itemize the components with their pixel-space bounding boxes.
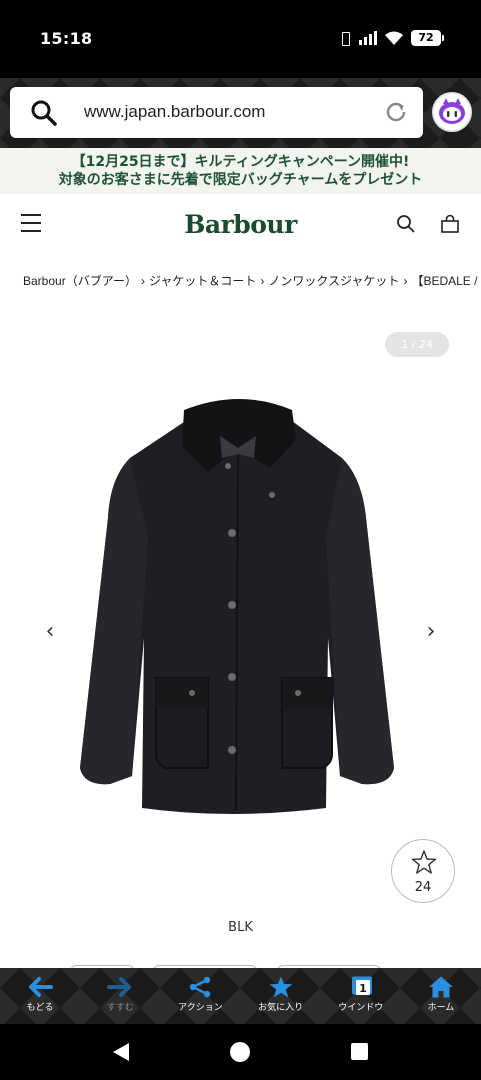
toolbar-label: アクション [178, 1003, 223, 1013]
next-image-button[interactable]: › [421, 617, 441, 647]
toolbar-favorites[interactable]: お気に入り [241, 968, 321, 1024]
site-header: Barbour [0, 194, 481, 256]
toolbar-label: もどる [26, 1003, 54, 1013]
url-bar[interactable]: www.japan.barbour.com [10, 87, 423, 138]
breadcrumb-separator: › [403, 274, 408, 288]
url-text[interactable]: www.japan.barbour.com [84, 102, 265, 122]
promo-banner[interactable]: 【12月25日まで】キルティングキャンペーン開催中! 対象のお客さまに先着で限定… [0, 148, 481, 194]
previous-image-button[interactable]: ‹ [40, 617, 60, 647]
system-navigation-bar [0, 1024, 481, 1080]
toolbar-windows[interactable]: 1 ウインドウ [321, 968, 401, 1024]
status-time: 15:18 [40, 29, 93, 48]
battery-icon: 72 [411, 30, 444, 46]
window-count-badge: 1 [359, 982, 367, 995]
app-mascot-icon[interactable] [432, 92, 472, 132]
vibrate-icon [338, 30, 352, 46]
status-icons: 72 [338, 30, 444, 46]
color-name-label: BLK [228, 920, 253, 935]
toolbar-label: すすむ [106, 1003, 134, 1013]
shopping-bag-icon[interactable] [440, 214, 460, 234]
reload-icon[interactable] [383, 99, 409, 125]
image-counter: 1 / 24 [385, 332, 449, 357]
product-gallery[interactable]: 1 / 24 ‹ › 24 BLK [0, 320, 481, 935]
toolbar-action[interactable]: アクション [160, 968, 240, 1024]
breadcrumb-separator: › [140, 274, 145, 288]
promo-line-2: 対象のお客さまに先着で限定バッグチャームをプレゼント [58, 172, 423, 188]
search-icon[interactable] [30, 99, 58, 127]
star-icon [269, 976, 293, 998]
share-icon [190, 976, 211, 998]
home-icon [428, 976, 453, 998]
toolbar-label: ホーム [427, 1003, 455, 1013]
breadcrumb: Barbour（バブアー） › ジャケット＆コート › ノンワックスジャケット › 【BED… [23, 272, 481, 289]
recent-apps-square-icon[interactable] [351, 1043, 368, 1060]
breadcrumb-item[interactable]: ジャケット＆コート [149, 274, 256, 288]
signal-icon [359, 31, 377, 45]
toolbar-label: お気に入り [258, 1003, 304, 1013]
favorite-button[interactable]: 24 [391, 839, 455, 903]
forward-arrow-icon [107, 977, 132, 997]
back-arrow-icon [29, 977, 54, 997]
search-icon[interactable] [396, 214, 416, 234]
product-image-jacket[interactable] [70, 388, 410, 828]
window-icon: 1 [351, 976, 372, 995]
breadcrumb-separator: › [260, 274, 265, 288]
wifi-icon [385, 31, 403, 45]
home-circle-icon[interactable] [230, 1042, 250, 1062]
promo-line-1: 【12月25日まで】キルティングキャンペーン開催中! [71, 154, 410, 170]
back-triangle-icon[interactable] [112, 1042, 130, 1062]
breadcrumb-item[interactable]: Barbour（バブアー） [23, 274, 137, 288]
status-bar: 15:18 72 [0, 0, 481, 78]
toolbar-label: ウインドウ [338, 1003, 384, 1013]
browser-bar: www.japan.barbour.com [0, 78, 481, 148]
breadcrumb-item[interactable]: ノンワックスジャケット [268, 274, 399, 288]
toolbar-home[interactable]: ホーム [401, 968, 481, 1024]
browser-toolbar: もどる すすむ アクション お気に入り 1 ウインドウ ホーム [0, 968, 481, 1024]
favorite-count: 24 [414, 880, 432, 895]
toolbar-back[interactable]: もどる [0, 968, 80, 1024]
breadcrumb-item[interactable]: 【BEDALE / [411, 274, 477, 288]
toolbar-forward[interactable]: すすむ [80, 968, 160, 1024]
star-outline-icon [411, 850, 437, 874]
